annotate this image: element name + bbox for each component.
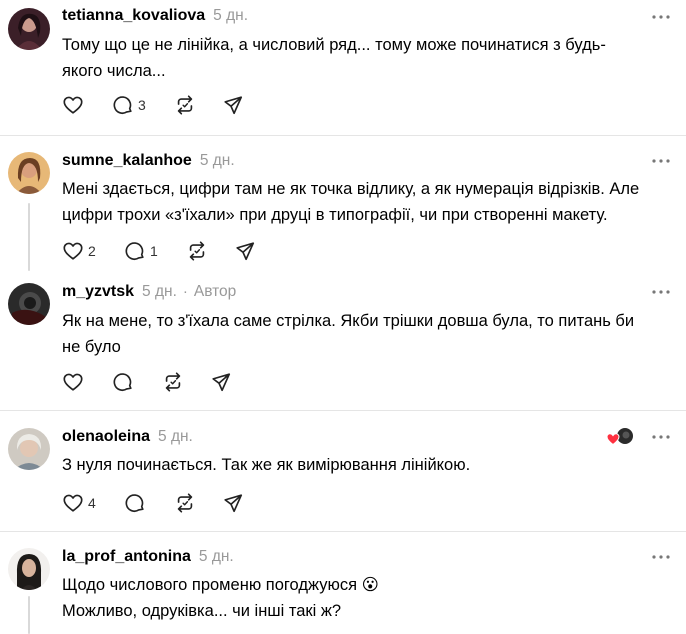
username[interactable]: la_prof_antonina (62, 548, 191, 566)
comment-m-yzvtsk: m_yzvtsk 5 дн. · Автор Як на мене, то з'… (0, 272, 686, 410)
comment-text: Щодо числового променю погоджуюся 😮 Можл… (62, 572, 662, 624)
comment-text: З нуля починається. Так же як вимірюванн… (62, 452, 662, 478)
author-liked-indicator (606, 427, 636, 447)
comment-header: tetianna_kovaliova 5 дн. (62, 7, 248, 25)
more-icon[interactable] (650, 151, 672, 171)
comment-header: sumne_kalanhoe 5 дн. (62, 152, 235, 170)
comment-sumne: sumne_kalanhoe 5 дн. Мені здається, цифр… (0, 136, 686, 272)
comment-text-line: Щодо числового променю погоджуюся 😮 (62, 576, 379, 594)
comment-header: olenaoleina 5 дн. (62, 428, 193, 446)
comment-text-line: Як на мене, то з'їхала саме стрілка. Якб… (62, 312, 635, 330)
username[interactable]: m_yzvtsk (62, 283, 134, 301)
heart-icon (63, 242, 83, 260)
repost-icon (189, 241, 205, 261)
reply-button[interactable] (112, 370, 162, 394)
heart-icon (63, 373, 83, 391)
comment-header: la_prof_antonina 5 дн. (62, 548, 234, 566)
timestamp[interactable]: 5 дн. (199, 548, 234, 566)
username[interactable]: sumne_kalanhoe (62, 152, 192, 170)
share-button[interactable] (222, 491, 252, 515)
comment-header: m_yzvtsk 5 дн. · Автор (62, 283, 236, 301)
comment-text-line: цифри трохи «з'їхали» при друці в типогр… (62, 206, 608, 224)
like-button[interactable]: 2 (62, 239, 124, 263)
repost-button[interactable] (174, 491, 222, 515)
timestamp[interactable]: 5 дн. (142, 283, 177, 301)
comment-text-line: Тому що це не лінійка, а числовий ряд...… (62, 36, 606, 54)
share-button[interactable] (234, 239, 264, 263)
send-icon (224, 494, 243, 513)
comment-bubble-icon (113, 96, 132, 115)
heart-icon (63, 96, 83, 114)
comment-text-line: Можливо, одруківка... чи інші такі ж? (62, 602, 342, 620)
comment-olenaoleina: olenaoleina 5 дн. З нуля починається. Та… (0, 411, 686, 531)
comment-bubble-icon (125, 242, 144, 261)
avatar[interactable] (8, 8, 50, 50)
action-bar: 2 1 (62, 239, 264, 263)
repost-button[interactable] (186, 239, 234, 263)
more-icon[interactable] (650, 282, 672, 302)
username[interactable]: olenaoleina (62, 428, 150, 446)
avatar[interactable] (8, 428, 50, 470)
action-bar (62, 370, 240, 394)
comment-tetianna: tetianna_kovaliova 5 дн. Тому що це не л… (0, 0, 686, 136)
thread-line (28, 203, 30, 271)
repost-button[interactable] (174, 93, 222, 117)
reply-button[interactable]: 1 (124, 239, 186, 263)
avatar[interactable] (8, 548, 50, 590)
reply-count: 3 (138, 97, 146, 113)
reply-count: 1 (150, 243, 158, 259)
avatar[interactable] (8, 283, 50, 325)
timestamp[interactable]: 5 дн. (213, 7, 248, 25)
action-bar: 3 (62, 93, 252, 117)
comment-text-line: не було (62, 338, 121, 356)
like-button[interactable] (62, 370, 112, 394)
send-icon (236, 242, 255, 261)
more-icon[interactable] (650, 427, 672, 447)
timestamp[interactable]: 5 дн. (158, 428, 193, 446)
comment-text-line: Мені здається, цифри там не як точка від… (62, 180, 640, 198)
comment-text-line: З нуля починається. Так же як вимірюванн… (62, 456, 471, 474)
action-bar: 4 (62, 491, 252, 515)
comment-text: Мені здається, цифри там не як точка від… (62, 176, 662, 228)
comment-bubble-icon (125, 494, 144, 513)
like-button[interactable]: 4 (62, 491, 124, 515)
avatar[interactable] (8, 152, 50, 194)
reply-button[interactable] (124, 491, 174, 515)
repost-icon (165, 372, 181, 392)
heart-icon (63, 494, 83, 512)
share-button[interactable] (222, 93, 252, 117)
comment-text: Як на мене, то з'їхала саме стрілка. Якб… (62, 308, 662, 360)
comment-text: Тому що це не лінійка, а числовий ряд...… (62, 32, 662, 84)
like-count: 4 (88, 495, 96, 511)
reply-button[interactable]: 3 (112, 93, 174, 117)
comment-text-line: якого числа... (62, 62, 166, 80)
separator-dot: · (182, 283, 188, 300)
like-count: 2 (88, 243, 96, 259)
repost-icon (177, 95, 193, 115)
comment-la-prof-antonina: la_prof_antonina 5 дн. Щодо числового пр… (0, 532, 686, 634)
more-icon[interactable] (650, 7, 672, 27)
send-icon (224, 96, 243, 115)
like-button[interactable] (62, 93, 112, 117)
username[interactable]: tetianna_kovaliova (62, 7, 205, 25)
thread-line (28, 596, 30, 634)
author-label: Автор (193, 283, 237, 300)
repost-button[interactable] (162, 370, 210, 394)
comment-bubble-icon (113, 373, 132, 392)
send-icon (212, 373, 231, 392)
timestamp[interactable]: 5 дн. (200, 152, 235, 170)
repost-icon (177, 493, 193, 513)
more-icon[interactable] (650, 547, 672, 567)
share-button[interactable] (210, 370, 240, 394)
